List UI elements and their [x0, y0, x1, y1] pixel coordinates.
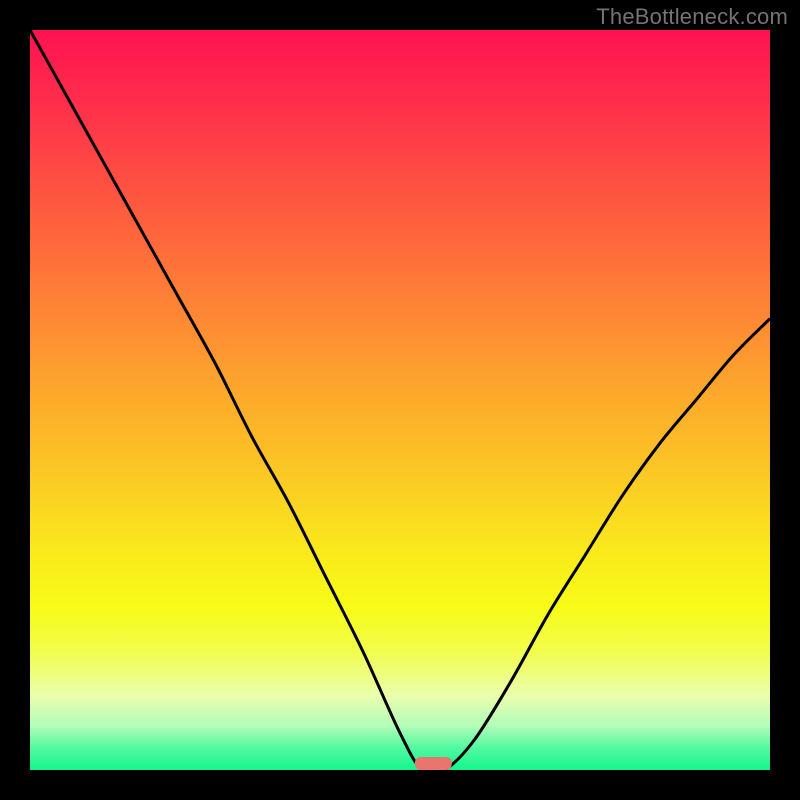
optimal-marker [415, 757, 452, 770]
plot-area [30, 30, 770, 770]
chart-frame: TheBottleneck.com [0, 0, 800, 800]
attribution-label: TheBottleneck.com [596, 4, 788, 30]
bottleneck-curve [30, 30, 770, 770]
curve-layer [30, 30, 770, 770]
